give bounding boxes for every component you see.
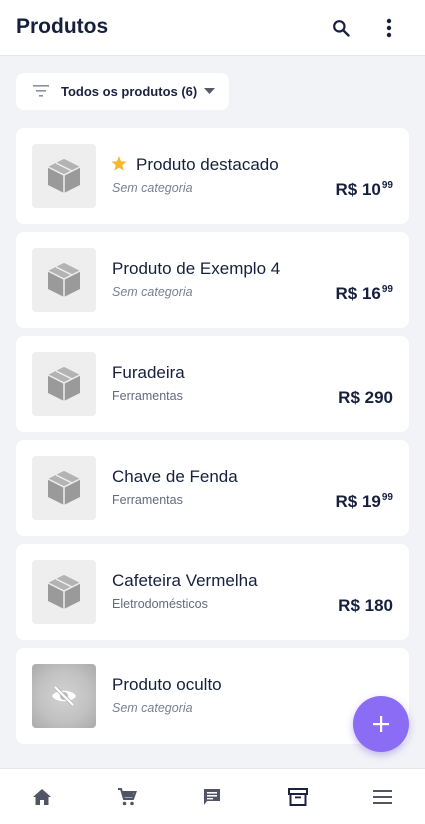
- product-thumbnail: [32, 144, 96, 208]
- search-icon: [333, 20, 350, 37]
- product-card[interactable]: Chave de Fenda Ferramentas R$ 1999: [16, 440, 409, 536]
- product-placeholder-icon: [47, 471, 81, 505]
- product-category: Ferramentas: [112, 389, 183, 403]
- page-title: Produtos: [16, 15, 109, 38]
- caret-down-icon: [204, 88, 215, 94]
- price-cents: 99: [381, 492, 393, 503]
- price-main: R$ 16: [335, 284, 381, 303]
- nav-products[interactable]: [286, 785, 310, 809]
- product-category: Sem categoria: [112, 285, 193, 299]
- price-cents: 99: [381, 284, 393, 295]
- product-thumbnail: [32, 352, 96, 416]
- top-app-bar: Produtos: [0, 0, 425, 56]
- menu-icon: [372, 790, 392, 804]
- product-card[interactable]: Produto de Exemplo 4 Sem categoria R$ 1699: [16, 232, 409, 328]
- product-price: R$ 1999: [336, 492, 394, 512]
- home-icon: [33, 789, 51, 805]
- product-placeholder-icon: [47, 575, 81, 609]
- product-placeholder-icon: [47, 367, 81, 401]
- price-main: R$ 10: [335, 180, 381, 199]
- product-placeholder-icon: [47, 159, 81, 193]
- nav-cart[interactable]: [115, 785, 139, 809]
- product-card[interactable]: Cafeteira Vermelha Eletrodomésticos R$ 180: [16, 544, 409, 640]
- product-name: Produto oculto: [112, 675, 222, 694]
- price-cents: 99: [381, 180, 393, 191]
- product-thumbnail: [32, 560, 96, 624]
- product-price: R$ 1699: [336, 284, 394, 304]
- hidden-eye-icon: [52, 685, 76, 707]
- plus-icon: [373, 716, 389, 732]
- product-category: Eletrodomésticos: [112, 597, 208, 611]
- product-card[interactable]: Produto destacado Sem categoria R$ 1099: [16, 128, 409, 224]
- add-product-button[interactable]: [353, 696, 409, 752]
- filter-icon: [33, 85, 49, 97]
- more-options-button[interactable]: [375, 14, 403, 42]
- filter-label: Todos os produtos (6): [61, 84, 198, 99]
- nav-menu[interactable]: [370, 785, 394, 809]
- product-thumbnail: [32, 456, 96, 520]
- nav-messages[interactable]: [200, 785, 224, 809]
- product-list: Produto destacado Sem categoria R$ 1099 Pro…: [16, 128, 409, 752]
- product-category: Sem categoria: [112, 181, 193, 195]
- product-name: Produto de Exemplo 4: [112, 259, 281, 278]
- cart-icon: [118, 788, 137, 806]
- product-filter-dropdown[interactable]: Todos os produtos (6): [16, 73, 229, 110]
- product-price: R$ 1099: [336, 180, 394, 200]
- archive-icon: [288, 788, 308, 806]
- more-vertical-icon: [386, 18, 392, 38]
- product-category: Ferramentas: [112, 493, 183, 507]
- price-main: R$ 19: [335, 492, 381, 511]
- product-thumbnail: [32, 664, 96, 728]
- product-card[interactable]: Produto ocultoSem categoriaR$: [16, 648, 409, 744]
- price-main: R$ 290: [338, 388, 393, 407]
- nav-home[interactable]: [30, 785, 54, 809]
- product-category: Sem categoria: [112, 701, 193, 715]
- price-main: R$ 180: [338, 596, 393, 615]
- featured-star-icon: [111, 156, 127, 171]
- product-thumbnail: [32, 248, 96, 312]
- product-name: Furadeira: [112, 363, 185, 382]
- product-card[interactable]: Furadeira Ferramentas R$ 290: [16, 336, 409, 432]
- search-button[interactable]: [327, 14, 355, 42]
- bottom-navigation: [0, 768, 425, 824]
- product-price: R$ 290: [338, 388, 393, 408]
- product-name: Produto destacado: [136, 155, 279, 174]
- product-name: Cafeteira Vermelha: [112, 571, 258, 590]
- chat-icon: [204, 789, 220, 805]
- product-placeholder-icon: [47, 263, 81, 297]
- product-name: Chave de Fenda: [112, 467, 238, 486]
- product-price: R$ 180: [338, 596, 393, 616]
